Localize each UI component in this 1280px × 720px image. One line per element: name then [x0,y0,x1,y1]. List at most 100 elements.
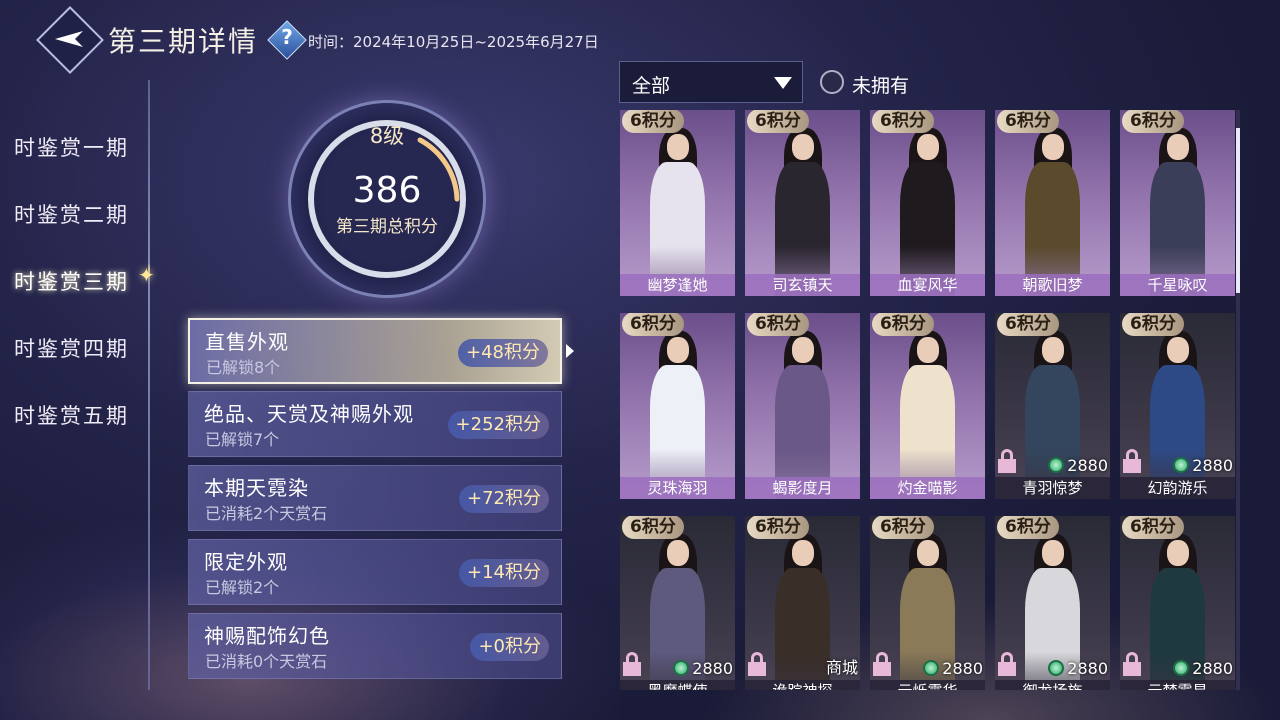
outfit-card[interactable]: 6积分 司玄镇天 [745,110,860,296]
character-portrait [1025,126,1080,296]
price-tag: 2880 [1048,456,1108,475]
nav-item-period-1[interactable]: 时鉴赏一期 [14,132,129,162]
points-badge: 6积分 [622,110,684,133]
character-portrait [1150,126,1205,296]
character-portrait [650,126,705,296]
back-arrow-icon [55,31,83,47]
outfit-name: 云梦霓星 [1120,680,1235,690]
outfit-card[interactable]: 6积分朝歌旧梦 [995,110,1110,296]
price-tag: 2880 [1173,456,1233,475]
not-owned-label: 未拥有 [852,75,910,97]
category-dye[interactable]: 本期天霓染 已消耗2个天赏石 +72积分 [188,465,562,531]
price-tag: 2880 [673,659,733,678]
category-points: +14积分 [459,559,549,587]
outfit-card[interactable]: 6积分 2880 云梦霓星 [1120,516,1235,690]
jade-currency-icon [1173,457,1190,473]
price-value: 商城 [825,658,858,677]
points-badge: 6积分 [1122,516,1184,539]
outfit-card[interactable]: 6积分 灵珠海羽 [620,313,735,499]
lock-icon [1123,652,1141,676]
question-mark-icon: ? [281,25,293,49]
nav-item-period-4[interactable]: 时鉴赏四期 [14,333,129,363]
price-value: 2880 [1067,456,1108,475]
outfit-card[interactable]: 6积分 2880 幻韵游乐 [1120,313,1235,499]
character-portrait [900,329,955,499]
points-badge: 6积分 [1122,313,1184,336]
sparkle-icon: ✦ [138,263,155,287]
outfit-name: 千星咏叹 [1120,274,1235,296]
category-subtitle: 已消耗0个天赏石 [205,652,328,671]
price-tag: 2880 [1048,659,1108,678]
outfit-card[interactable]: 6积分商城诡踪神探 [745,516,860,690]
category-title: 限定外观 [204,550,288,574]
grid-scroll-thumb[interactable] [1236,128,1240,293]
points-badge: 6积分 [997,516,1059,539]
outfit-card[interactable]: 6积分 2880 云烁霞华 [870,516,985,690]
outfit-card[interactable]: 6积分血宴风华 [870,110,985,296]
lock-icon [998,449,1016,473]
character-portrait [775,532,830,690]
points-badge: 6积分 [622,516,684,539]
page-title: 第三期详情 [108,25,259,58]
outfit-card[interactable]: 6积分 灼金喵影 [870,313,985,499]
jade-currency-icon [1048,457,1065,473]
outfit-name: 朝歌旧梦 [995,274,1110,296]
price-value: 2880 [1067,659,1108,678]
category-accessory-color[interactable]: 神赐配饰幻色 已消耗0个天赏石 +0积分 [188,613,562,679]
outfit-card[interactable]: 6积分 2880 青羽惊梦 [995,313,1110,499]
points-badge: 6积分 [872,110,934,133]
nav-item-period-2[interactable]: 时鉴赏二期 [14,199,129,229]
price-value: 2880 [1192,659,1233,678]
points-badge: 6积分 [747,516,809,539]
category-title: 神赐配饰幻色 [204,624,330,648]
category-title: 直售外观 [205,330,289,354]
category-points: +252积分 [447,411,549,439]
outfit-card[interactable]: 6积分 幽梦逢她 [620,110,735,296]
outfit-name: 青羽惊梦 [995,477,1110,499]
category-points: +48积分 [458,339,548,367]
jade-currency-icon [1173,660,1190,676]
jade-currency-icon [673,660,690,676]
outfit-name: 血宴风华 [870,274,985,296]
nav-item-period-3[interactable]: 时鉴赏三期 [14,266,129,296]
outfit-card[interactable]: 6积分 2880 黑魔蝶使 [620,516,735,690]
price-tag: 2880 [923,659,983,678]
points-badge: 6积分 [997,110,1059,133]
outfit-card[interactable]: 6积分 2880 御龙扬旌 [995,516,1110,690]
level-label: 8级 [369,124,405,148]
price-tag: 2880 [1173,659,1233,678]
outfit-card[interactable]: 6积分 蝎影度月 [745,313,860,499]
outfit-grid: 6积分 幽梦逢她 6积分 司玄镇天 6积分 血宴风华 6积分 朝歌旧梦 6积分 千星咏叹 6积分 灵珠… [618,110,1238,690]
jade-currency-icon [1048,660,1065,676]
category-subtitle: 已解锁2个 [205,578,280,597]
total-score-label: 第三期总积分 [336,217,438,237]
price-value: 2880 [942,659,983,678]
outfit-card[interactable]: 6积分千星咏叹 [1120,110,1235,296]
points-badge: 6积分 [1122,110,1184,133]
price-value: 2880 [692,659,733,678]
lock-icon [998,652,1016,676]
lock-icon [873,652,891,676]
category-premium[interactable]: 绝品、天赏及神赐外观 已解锁7个 +252积分 [188,391,562,457]
category-subtitle: 已解锁7个 [205,430,280,449]
lock-icon [748,652,766,676]
filter-selected: 全部 [632,75,671,97]
points-badge: 6积分 [622,313,684,336]
character-portrait [900,126,955,296]
category-direct-sale[interactable]: 直售外观 已解锁8个 +48积分 [188,318,574,384]
price-tag: 商城 [826,654,858,678]
category-subtitle: 已解锁8个 [206,358,281,377]
points-badge: 6积分 [747,313,809,336]
outfit-name: 灼金喵影 [870,477,985,499]
nav-item-period-5[interactable]: 时鉴赏五期 [14,400,129,430]
character-portrait [775,126,830,296]
category-subtitle: 已消耗2个天赏石 [205,504,328,523]
outfit-name: 幻韵游乐 [1120,477,1235,499]
lock-icon [623,652,641,676]
total-score: 386 [352,170,422,211]
filter-dropdown[interactable]: 全部 [619,61,803,103]
points-badge: 6积分 [747,110,809,133]
category-limited[interactable]: 限定外观 已解锁2个 +14积分 [188,539,562,605]
category-title: 本期天霓染 [204,476,309,500]
not-owned-radio[interactable] [820,70,844,94]
